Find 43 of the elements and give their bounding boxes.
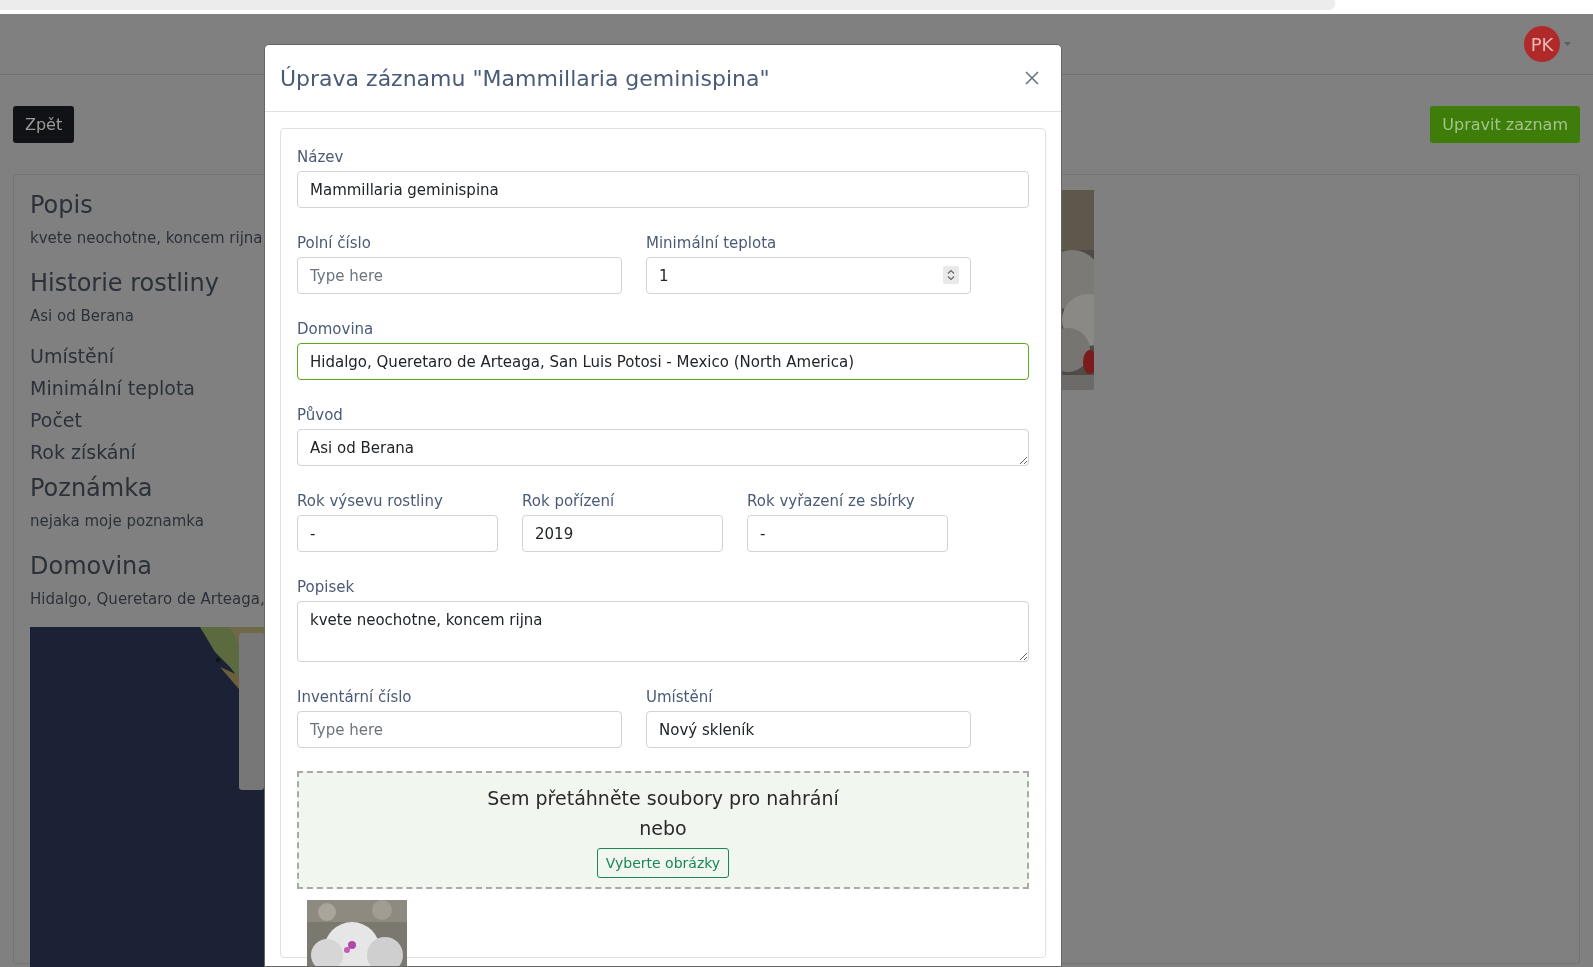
dropzone[interactable]: Sem přetáhněte soubory pro nahrání nebo Vyberte obrázky [297, 771, 1029, 889]
section-text: nejaka moje poznamka [30, 511, 204, 532]
field-label: Původ [297, 405, 343, 426]
field-label: Umístění [30, 344, 115, 369]
text-field[interactable]: Mammillaria geminispina [297, 171, 1029, 208]
field-label: Název [297, 147, 344, 168]
modal-title: Úprava záznamu "Mammillaria geminispina" [280, 64, 770, 93]
number-field[interactable]: 1 [646, 257, 971, 294]
text-area[interactable]: kvete neochotne, koncem rijna [297, 601, 1029, 662]
dropzone-text: Sem přetáhněte soubory pro nahrání [487, 786, 839, 811]
field-label: Minimální teplota [30, 376, 195, 401]
text-field[interactable]: Type here [297, 711, 622, 748]
field-label: Rok pořízení [522, 491, 615, 512]
text-field[interactable]: - [297, 515, 498, 552]
text-field[interactable]: 2019 [522, 515, 723, 552]
field-label: Popisek [297, 577, 355, 598]
field-label: Inventární číslo [297, 687, 412, 708]
back-button[interactable]: Zpět [13, 106, 75, 143]
field-label: Rok výsevu rostliny [297, 491, 443, 512]
text-field[interactable]: Nový skleník [646, 711, 971, 748]
field-label: Rok vyřazení ze sbírky [747, 491, 915, 512]
field-label: Minimální teplota [646, 233, 777, 254]
select-images-button[interactable]: Vyberte obrázky [596, 848, 730, 878]
text-field[interactable]: - [747, 515, 948, 552]
section-heading: Domovina [30, 551, 152, 582]
field-label: Počet [30, 408, 82, 433]
dropzone-or-text: nebo [639, 816, 687, 841]
text-field[interactable]: Type here [297, 257, 622, 294]
section-text: Hidalgo, Queretaro de Arteaga, [30, 589, 264, 610]
section-text: Asi od Berana [30, 306, 135, 327]
text-area[interactable]: Asi od Berana [297, 429, 1029, 466]
field-label: Polní číslo [297, 233, 371, 254]
user-avatar[interactable]: PK [1524, 26, 1560, 62]
section-text: kvete neochotne, koncem rijna [30, 228, 263, 249]
text-field[interactable]: Hidalgo, Queretaro de Arteaga, San Luis Potosi - Mexico (North America) [297, 343, 1029, 380]
section-heading: Historie rostliny [30, 268, 219, 299]
close-icon[interactable] [1025, 71, 1039, 85]
field-label: Domovina [297, 319, 374, 340]
field-label: Rok získání [30, 440, 136, 465]
spinner-icon[interactable] [943, 266, 959, 284]
field-label: Umístění [646, 687, 713, 708]
section-heading: Popis [30, 190, 93, 221]
section-heading: Poznámka [30, 473, 153, 504]
